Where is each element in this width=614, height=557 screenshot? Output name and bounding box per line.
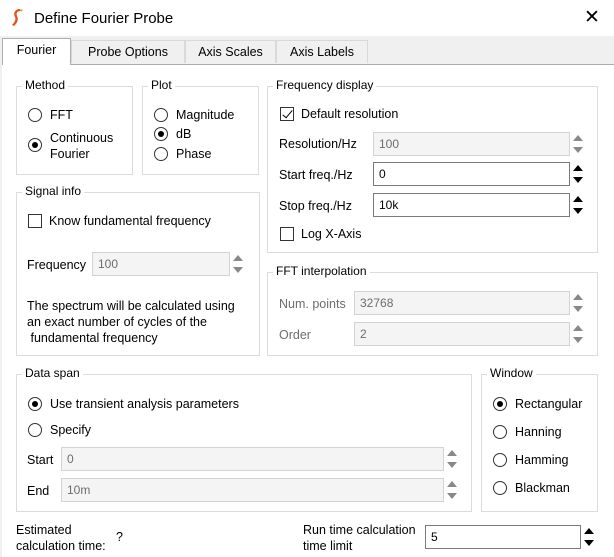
estimated-time-label: Estimated calculation time: xyxy=(16,523,106,553)
stop-freq-spinner[interactable] xyxy=(570,193,586,217)
spin-down-icon[interactable] xyxy=(570,144,586,156)
use-transient-label: Use transient analysis parameters xyxy=(50,397,239,411)
window-hanning-radio[interactable] xyxy=(493,425,507,439)
spin-down-icon[interactable] xyxy=(444,490,460,502)
use-transient-radio[interactable] xyxy=(28,397,42,411)
spin-down-icon[interactable] xyxy=(230,264,246,276)
spin-up-icon[interactable] xyxy=(230,252,246,264)
spin-up-icon[interactable] xyxy=(581,525,597,537)
spin-down-icon[interactable] xyxy=(570,205,586,217)
data-span-end-spinner[interactable] xyxy=(444,478,460,502)
method-fft-label: FFT xyxy=(50,108,73,122)
default-resolution-checkbox[interactable] xyxy=(280,107,294,121)
plot-db-label: dB xyxy=(176,127,192,141)
frequency-display-title: Frequency display xyxy=(273,78,377,92)
plot-magnitude-radio[interactable] xyxy=(154,108,168,122)
window-hamming-radio[interactable] xyxy=(493,453,507,467)
tab-axis-scales[interactable]: Axis Scales xyxy=(185,40,276,63)
fft-interpolation-title: FFT interpolation xyxy=(273,264,370,278)
spin-up-icon[interactable] xyxy=(570,291,586,303)
log-x-axis-checkbox[interactable] xyxy=(280,227,294,241)
start-freq-field[interactable]: 0 xyxy=(373,162,570,186)
tab-axis-labels[interactable]: Axis Labels xyxy=(276,40,368,63)
method-continuous-fourier-label: Continuous Fourier xyxy=(50,131,114,161)
order-field[interactable]: 2 xyxy=(354,322,570,346)
spin-up-icon[interactable] xyxy=(444,447,460,459)
signal-info-title: Signal info xyxy=(22,184,85,198)
plot-group-title: Plot xyxy=(148,78,175,92)
plot-magnitude-label: Magnitude xyxy=(176,108,235,122)
plot-phase-radio[interactable] xyxy=(154,147,168,161)
data-span-start-label: Start xyxy=(27,453,54,467)
method-fft-radio[interactable] xyxy=(28,108,42,122)
num-points-label: Num. points xyxy=(279,297,346,311)
method-continuous-fourier-radio[interactable] xyxy=(28,138,42,152)
data-span-start-field[interactable]: 0 xyxy=(61,447,444,471)
frequency-label: Frequency xyxy=(27,258,87,272)
spin-up-icon[interactable] xyxy=(570,132,586,144)
spin-down-icon[interactable] xyxy=(570,334,586,346)
window-rectangular-label: Rectangular xyxy=(515,397,583,411)
default-resolution-label: Default resolution xyxy=(301,107,399,121)
num-points-field[interactable]: 32768 xyxy=(354,291,570,315)
resolution-label: Resolution/Hz xyxy=(279,137,357,151)
window-rectangular-radio[interactable] xyxy=(493,397,507,411)
method-group-title: Method xyxy=(22,78,69,92)
know-fundamental-checkbox[interactable] xyxy=(28,214,42,228)
signal-info-note: The spectrum will be calculated using an… xyxy=(27,299,235,345)
app-logo-icon xyxy=(12,9,23,26)
window-blackman-radio[interactable] xyxy=(493,481,507,495)
num-points-spinner[interactable] xyxy=(570,291,586,315)
close-icon[interactable]: ✕ xyxy=(578,5,606,31)
title-bar: Define Fourier Probe ✕ xyxy=(0,0,614,36)
resolution-spinner[interactable] xyxy=(570,132,586,156)
spin-down-icon[interactable] xyxy=(444,459,460,471)
stop-freq-label: Stop freq./Hz xyxy=(279,199,352,213)
plot-phase-label: Phase xyxy=(176,147,212,161)
data-span-end-field[interactable]: 10m xyxy=(61,478,444,502)
run-time-limit-label: Run time calculation time limit xyxy=(303,523,416,553)
data-span-start-spinner[interactable] xyxy=(444,447,460,471)
spin-up-icon[interactable] xyxy=(570,193,586,205)
specify-label: Specify xyxy=(50,423,91,437)
window-hanning-label: Hanning xyxy=(515,425,562,439)
frequency-spinner[interactable] xyxy=(230,252,246,276)
start-freq-spinner[interactable] xyxy=(570,162,586,186)
order-spinner[interactable] xyxy=(570,322,586,346)
spin-down-icon[interactable] xyxy=(581,537,597,549)
spin-up-icon[interactable] xyxy=(570,322,586,334)
window-blackman-label: Blackman xyxy=(515,481,570,495)
estimated-time-value: ? xyxy=(116,530,123,544)
run-time-limit-field[interactable]: 5 xyxy=(425,525,581,549)
data-span-title: Data span xyxy=(22,366,83,380)
tab-fourier[interactable]: Fourier xyxy=(2,38,71,65)
order-label: Order xyxy=(279,328,311,342)
resolution-field[interactable]: 100 xyxy=(373,132,570,156)
specify-radio[interactable] xyxy=(28,423,42,437)
plot-db-radio[interactable] xyxy=(154,127,168,141)
window-hamming-label: Hamming xyxy=(515,453,569,467)
frequency-field[interactable]: 100 xyxy=(92,252,230,276)
spin-up-icon[interactable] xyxy=(444,478,460,490)
spin-down-icon[interactable] xyxy=(570,174,586,186)
window-title: Define Fourier Probe xyxy=(34,10,174,27)
know-fundamental-label: Know fundamental frequency xyxy=(49,214,211,228)
spin-down-icon[interactable] xyxy=(570,303,586,315)
stop-freq-field[interactable]: 10k xyxy=(373,193,570,217)
run-time-limit-spinner[interactable] xyxy=(581,525,597,549)
log-x-axis-label: Log X-Axis xyxy=(301,227,362,241)
start-freq-label: Start freq./Hz xyxy=(279,168,353,182)
data-span-end-label: End xyxy=(27,484,50,498)
tab-probe-options[interactable]: Probe Options xyxy=(71,40,185,63)
window-group-title: Window xyxy=(487,366,536,380)
spin-up-icon[interactable] xyxy=(570,162,586,174)
